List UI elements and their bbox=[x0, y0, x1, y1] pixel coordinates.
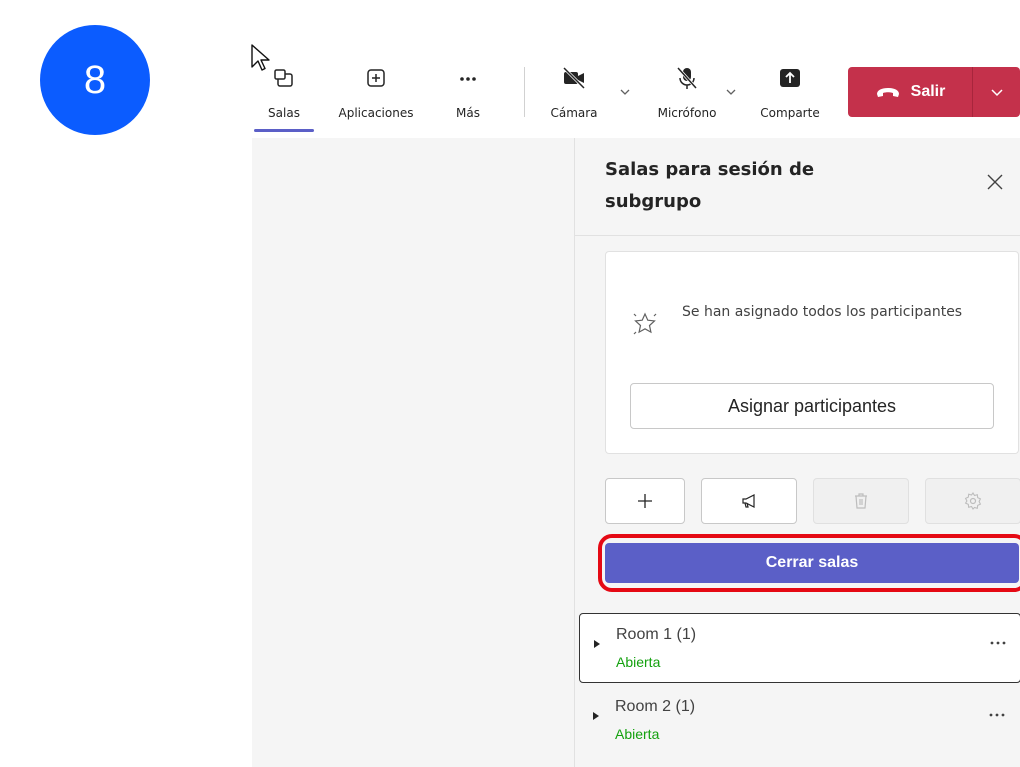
mouse-cursor-icon bbox=[251, 44, 270, 71]
step-number: 8 bbox=[83, 57, 107, 102]
microphone-options-chevron-icon[interactable] bbox=[724, 85, 738, 99]
assign-participants-button[interactable]: Asignar participantes bbox=[630, 383, 994, 429]
share-label: Comparte bbox=[760, 106, 820, 120]
leave-options-button[interactable] bbox=[973, 67, 1020, 117]
assignment-status-card: Se han asignado todos los participantes … bbox=[605, 251, 1019, 454]
breakout-rooms-icon bbox=[274, 69, 293, 87]
hang-up-icon bbox=[876, 88, 899, 97]
breakout-rooms-panel: Salas para sesión de subgrupo Se han asi… bbox=[574, 138, 1020, 767]
camera-off-icon bbox=[562, 66, 586, 90]
trash-icon bbox=[855, 493, 867, 509]
close-icon[interactable] bbox=[983, 170, 1007, 194]
gear-icon bbox=[964, 492, 982, 510]
camera-button[interactable]: Cámara bbox=[544, 45, 604, 137]
assigned-message: Se han asignado todos los participantes bbox=[682, 304, 963, 320]
panel-title: Salas para sesión de subgrupo bbox=[605, 159, 815, 212]
teams-meeting-window: Salas Aplicaciones Más Cámara Micrófono … bbox=[252, 45, 1020, 767]
share-screen-icon bbox=[780, 69, 800, 87]
delete-room-button[interactable] bbox=[813, 478, 909, 524]
add-room-button[interactable] bbox=[605, 478, 685, 524]
meeting-toolbar: Salas Aplicaciones Más Cámara Micrófono … bbox=[252, 45, 1020, 139]
leave-button-group: Salir bbox=[848, 67, 1020, 117]
more-options-icon[interactable] bbox=[987, 710, 1007, 720]
expand-caret-icon[interactable] bbox=[593, 712, 599, 720]
active-tab-indicator bbox=[254, 129, 314, 132]
highlight-annotation bbox=[598, 534, 1020, 592]
leave-label: Salir bbox=[910, 83, 946, 100]
share-button[interactable]: Comparte bbox=[752, 45, 828, 137]
announcement-button[interactable] bbox=[701, 478, 797, 524]
more-label: Más bbox=[456, 106, 480, 120]
expand-caret-icon[interactable] bbox=[594, 640, 600, 648]
microphone-off-icon bbox=[676, 66, 698, 90]
room-name: Room 2 (1) bbox=[615, 698, 696, 715]
more-options-icon bbox=[460, 77, 476, 81]
sparkle-star-icon bbox=[633, 312, 657, 335]
leave-button[interactable]: Salir bbox=[848, 67, 972, 117]
camera-label: Cámara bbox=[550, 106, 598, 120]
add-app-icon bbox=[367, 69, 385, 87]
room-name: Room 1 (1) bbox=[616, 626, 697, 643]
microphone-button[interactable]: Micrófono bbox=[642, 45, 732, 137]
toolbar-separator bbox=[524, 67, 525, 117]
room-item-2[interactable]: Room 2 (1) Abierta bbox=[579, 686, 1020, 756]
room-item-1[interactable]: Room 1 (1) Abierta bbox=[579, 613, 1020, 683]
step-number-badge: 8 bbox=[40, 25, 150, 135]
camera-options-chevron-icon[interactable] bbox=[618, 85, 632, 99]
megaphone-icon bbox=[742, 494, 755, 508]
rooms-label: Salas bbox=[268, 106, 300, 120]
meeting-stage bbox=[252, 138, 574, 767]
apps-button[interactable]: Aplicaciones bbox=[316, 45, 436, 137]
plus-icon bbox=[638, 494, 652, 508]
panel-header: Salas para sesión de subgrupo bbox=[575, 138, 1020, 236]
microphone-label: Micrófono bbox=[657, 106, 717, 120]
apps-label: Aplicaciones bbox=[338, 106, 414, 120]
room-status: Abierta bbox=[616, 654, 661, 670]
more-button[interactable]: Más bbox=[436, 45, 500, 137]
room-status: Abierta bbox=[615, 726, 660, 742]
more-options-icon[interactable] bbox=[988, 638, 1008, 648]
chevron-down-icon bbox=[990, 89, 1003, 97]
room-settings-button[interactable] bbox=[925, 478, 1020, 524]
